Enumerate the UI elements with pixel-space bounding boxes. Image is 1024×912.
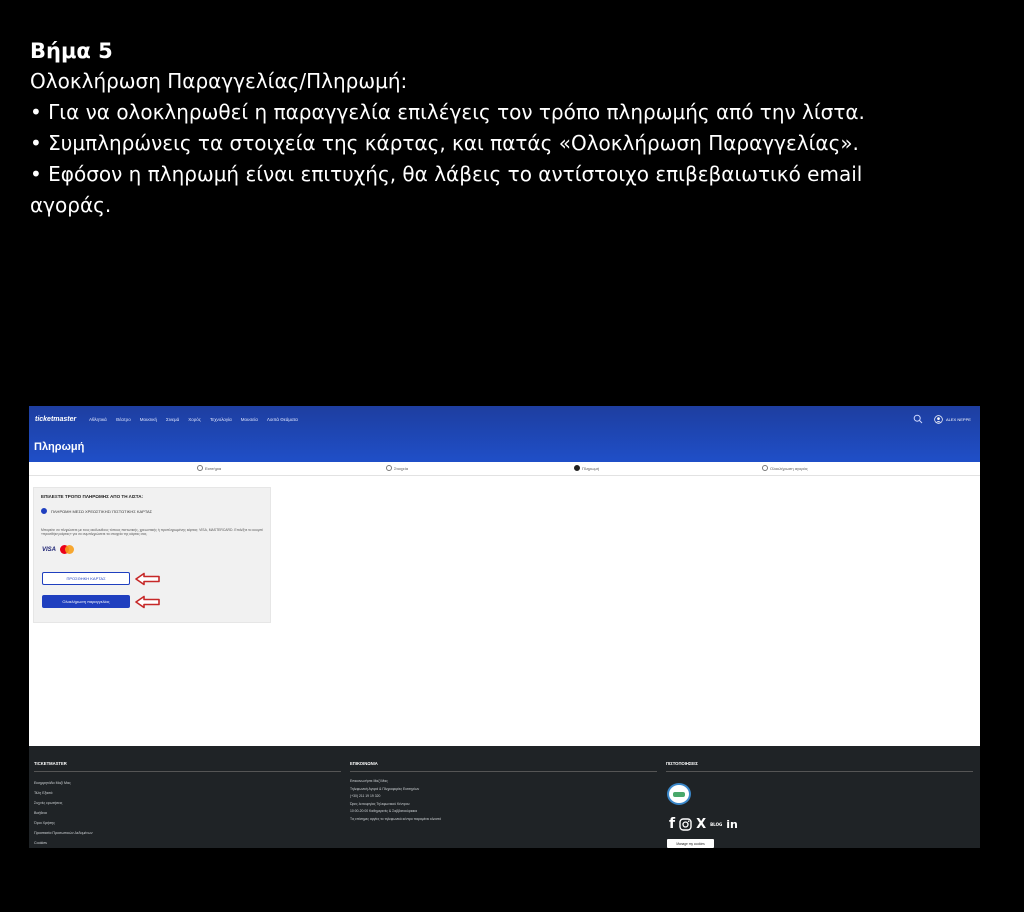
search-icon[interactable] [913, 414, 923, 424]
instructions-block: Βήμα 5 Ολοκλήρωση Παραγγελίας/Πληρωμή: •… [30, 36, 1000, 221]
step-payment: Πληρωμή [574, 465, 599, 471]
manage-cookies-button[interactable]: Manage my cookies [667, 839, 714, 848]
step-tickets: Εισιτήρια [197, 465, 221, 471]
mastercard-icon [60, 545, 75, 554]
instruction-bullet: • Για να ολοκληρωθεί η παραγγελία επιλέγ… [30, 100, 865, 124]
step-circle-active-icon [574, 465, 580, 471]
nav-item-other[interactable]: Λοιπά Θεάματα [267, 417, 298, 422]
instagram-icon[interactable] [679, 817, 692, 831]
step-label: Στοιχεία [394, 465, 409, 471]
instruction-bullet-continuation: αγοράς. [30, 193, 112, 217]
nav-item-museums[interactable]: Μουσεία [241, 417, 258, 422]
certification-seal-icon [667, 783, 691, 805]
footer-link[interactable]: Βοήθεια [34, 808, 341, 818]
user-name: ALEX NEPPE [946, 417, 971, 422]
social-links: f X BLOG in [669, 816, 738, 832]
page-title: Πληρωμή [34, 441, 85, 453]
card-logos: VISA [42, 545, 75, 554]
user-icon [934, 415, 943, 424]
nav-item-dance[interactable]: Χορός [188, 417, 201, 422]
blog-icon[interactable]: BLOG [710, 822, 722, 827]
site-header: ticketmaster Αθλητικά Θέατρο Μουσική Σιν… [29, 406, 980, 462]
footer-link[interactable]: Επικοινωνήστε Μαζί Μας [350, 778, 657, 786]
footer-link[interactable]: Cookies [34, 838, 341, 848]
step-circle-icon [197, 465, 203, 471]
footer-text: Τις επίσημες αργίες το τηλεφωνικό κέντρο… [350, 816, 442, 821]
facebook-icon[interactable]: f [669, 816, 675, 832]
step-label: Εισιτήρια [205, 465, 222, 471]
x-twitter-icon[interactable]: X [696, 817, 706, 832]
step-complete: Ολοκλήρωση αγοράς [762, 465, 808, 471]
nav-item-music[interactable]: Μουσική [140, 417, 157, 422]
footer-heading: ΠΙΣΤΟΠΟΙΗΣΕΙΣ [666, 761, 973, 772]
instruction-bullet: • Συμπληρώνεις τα στοιχεία της κάρτας, κ… [30, 131, 859, 155]
footer-text: Τηλεφωνική Αγορά & Πληροφορίες Εισιτηρίω… [350, 786, 420, 791]
footer-link[interactable]: Συχνές ερωτήσεις [34, 798, 341, 808]
nav-item-technology[interactable]: Τεχνολογία [210, 417, 232, 422]
step-title: Βήμα 5 [30, 39, 113, 63]
payment-note: Μπορείτε να πληρώσετε με τους ακόλουθους… [41, 528, 263, 537]
user-account[interactable]: ALEX NEPPE [934, 415, 971, 424]
footer-phone[interactable]: (+30) 211 19 19 320 [350, 793, 657, 801]
linkedin-icon[interactable]: in [726, 818, 738, 831]
step-circle-icon [386, 465, 392, 471]
payment-page-screenshot: ticketmaster Αθλητικά Θέατρο Μουσική Σιν… [29, 406, 980, 848]
checkout-steps: Εισιτήρια Στοιχεία Πληρωμή Ολοκλήρωση αγ… [29, 462, 980, 476]
nav-item-theatre[interactable]: Θέατρο [116, 417, 131, 422]
radio-selected[interactable] [41, 508, 47, 514]
visa-logo: VISA [42, 546, 57, 553]
main-content: ΕΠΙΛΕΞΤΕ ΤΡΟΠΟ ΠΛΗΡΩΜΗΣ ΑΠΟ ΤΗ ΛΙΣΤΑ: ΠΛ… [29, 476, 980, 746]
footer-col-certifications: ΠΙΣΤΟΠΟΙΗΣΕΙΣ [666, 761, 973, 772]
footer-text: Ώρες λειτουργίας Τηλεφωνικού Κέντρου [350, 801, 410, 806]
footer-link[interactable]: Εικηρρητάδα Μαζί Μας [34, 778, 341, 788]
footer-text: 10:00-20:00 Καθημερινές & Σαββατοκύριακα [350, 809, 418, 813]
instruction-bullet: • Εφόσον η πληρωμή είναι επιτυχής, θα λά… [30, 162, 863, 186]
nav-item-sports[interactable]: Αθλητικά [89, 417, 107, 422]
main-nav: Αθλητικά Θέατρο Μουσική Σινεμά Χορός Τεχ… [89, 417, 298, 422]
ticketmaster-logo[interactable]: ticketmaster [35, 416, 76, 423]
add-card-button[interactable]: ΠΡΟΣΘΗΚΗ ΚΑΡΤΑΣ [42, 572, 130, 585]
complete-order-button[interactable]: Ολοκλήρωση παραγγελίας [42, 595, 130, 608]
payment-option-card[interactable]: ΠΛΗΡΩΜΗ ΜΕΣΩ ΧΡΕΩΣΤΙΚΗΣ/ ΠΙΣΤΩΤΙΚΗΣ ΚΑΡΤ… [41, 508, 152, 514]
arrow-left-icon [135, 572, 160, 586]
payment-method-panel: ΕΠΙΛΕΞΤΕ ΤΡΟΠΟ ΠΛΗΡΩΜΗΣ ΑΠΟ ΤΗ ΛΙΣΤΑ: ΠΛ… [33, 487, 271, 623]
footer-heading: TICKETMASTER [34, 761, 341, 772]
footer-heading: ΕΠΙΚΟΙΝΩΝΙΑ [350, 761, 657, 772]
footer-col-contact: ΕΠΙΚΟΙΝΩΝΙΑ Επικοινωνήστε Μαζί Μας Τηλεφ… [350, 761, 657, 823]
footer-link[interactable]: Τέλη Εξαιτά [34, 788, 341, 798]
nav-item-cinema[interactable]: Σινεμά [166, 417, 179, 422]
payment-option-label: ΠΛΗΡΩΜΗ ΜΕΣΩ ΧΡΕΩΣΤΙΚΗΣ/ ΠΙΣΤΩΤΙΚΗΣ ΚΑΡΤ… [51, 508, 153, 514]
step-subtitle: Ολοκλήρωση Παραγγελίας/Πληρωμή: [30, 69, 408, 93]
step-label: Πληρωμή [582, 465, 600, 471]
step-circle-icon [762, 465, 768, 471]
footer-link[interactable]: Όροι Χρήσης [34, 818, 341, 828]
payment-heading: ΕΠΙΛΕΞΤΕ ΤΡΟΠΟ ΠΛΗΡΩΜΗΣ ΑΠΟ ΤΗ ΛΙΣΤΑ: [41, 494, 144, 499]
step-details: Στοιχεία [386, 465, 408, 471]
footer-link[interactable]: Προστασία Προσωπικών Δεδομένων [34, 828, 341, 838]
step-label: Ολοκλήρωση αγοράς [770, 465, 808, 471]
site-footer: TICKETMASTER Εικηρρητάδα Μαζί Μας Τέλη Ε… [29, 746, 980, 848]
footer-col-ticketmaster: TICKETMASTER Εικηρρητάδα Μαζί Μας Τέλη Ε… [34, 761, 341, 848]
arrow-left-icon [135, 595, 160, 609]
